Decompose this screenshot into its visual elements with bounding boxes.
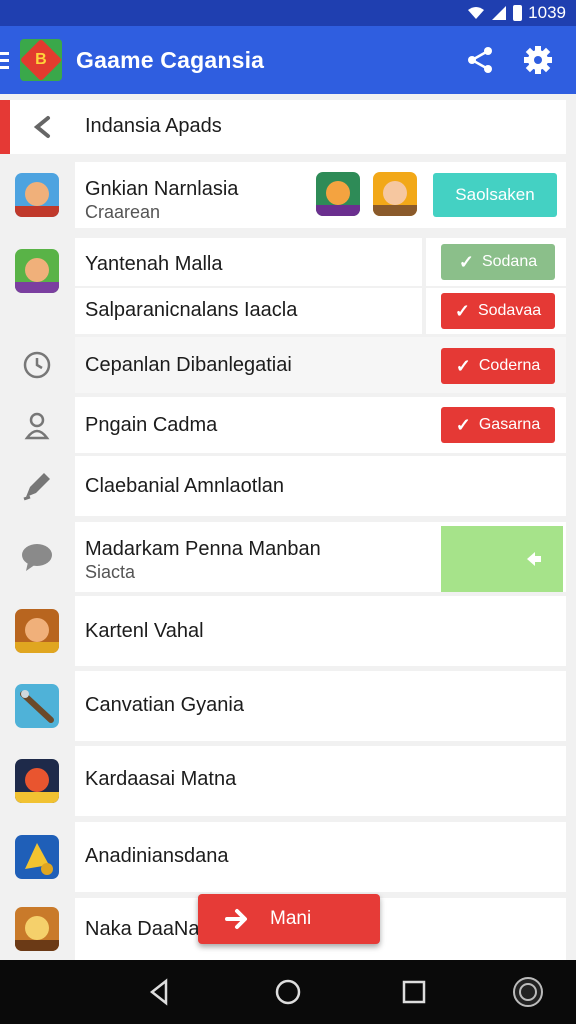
list-item[interactable]: Cepanlan Dibanlegatiai ✓ Coderna bbox=[0, 337, 576, 393]
list-item[interactable]: Yantenah Malla ✓ Sodana bbox=[0, 238, 576, 293]
game-thumbnail-icon bbox=[316, 172, 360, 216]
row-action-button[interactable]: Saolsaken bbox=[433, 173, 557, 217]
game-thumbnail-icon bbox=[373, 172, 417, 216]
game-avatar-icon bbox=[15, 609, 59, 653]
header-row[interactable]: Indansia Apads bbox=[0, 100, 576, 154]
app-logo: B bbox=[19, 38, 63, 82]
item-title: Kardaasai Matna bbox=[85, 768, 237, 790]
list-item[interactable]: Madarkam Penna Manban Siacta bbox=[0, 522, 576, 592]
list-item[interactable]: Pngain Cadma ✓ Gasarna bbox=[0, 397, 576, 453]
list-item[interactable]: Salparanicnalans Iaacla ✓ Sodavaa bbox=[0, 288, 576, 334]
app-bar: B Gaame Cagansia bbox=[0, 26, 576, 94]
item-title: Kartenl Vahal bbox=[85, 620, 204, 642]
game-avatar-icon bbox=[15, 249, 59, 293]
game-logo-icon bbox=[15, 907, 59, 951]
menu-icon[interactable] bbox=[0, 51, 10, 69]
fab-label: Mani bbox=[270, 908, 312, 929]
system-nav-bar bbox=[0, 960, 576, 1024]
item-title: Cepanlan Dibanlegatiai bbox=[85, 354, 292, 376]
game-avatar-icon bbox=[15, 173, 59, 217]
nav-home-icon[interactable] bbox=[272, 976, 304, 1008]
mani-button[interactable]: Mani bbox=[198, 894, 380, 944]
forward-arrow-icon bbox=[225, 909, 247, 929]
row-action-button[interactable]: ✓ Gasarna bbox=[441, 407, 555, 443]
item-subtitle: Siacta bbox=[85, 562, 136, 582]
list-item[interactable]: Canvatian Gyania bbox=[0, 671, 576, 741]
game-pirate-icon bbox=[15, 759, 59, 803]
signal-icon bbox=[492, 6, 507, 20]
list-item[interactable]: Anadiniansdana bbox=[0, 822, 576, 892]
person-icon bbox=[24, 412, 50, 440]
nav-assistant-icon[interactable] bbox=[512, 976, 544, 1008]
wifi-icon bbox=[468, 7, 485, 19]
forward-arrow-icon bbox=[527, 552, 541, 566]
accent-bar bbox=[0, 100, 10, 154]
settings-icon[interactable] bbox=[518, 40, 558, 80]
list-item[interactable]: Claebanial Amnlaotlan bbox=[0, 456, 576, 516]
item-title: Salparanicnalans Iaacla bbox=[85, 299, 298, 321]
nav-back-icon[interactable] bbox=[144, 976, 176, 1008]
row-action-button[interactable]: ✓ Sodana bbox=[441, 244, 555, 280]
clock-icon bbox=[23, 351, 51, 379]
row-action-button[interactable]: ✓ Coderna bbox=[441, 348, 555, 384]
app-title: Gaame Cagansia bbox=[76, 46, 265, 73]
status-bar: 1039 bbox=[0, 0, 576, 26]
item-title: Anadiniansdana bbox=[85, 845, 229, 867]
game-gold-icon bbox=[15, 835, 59, 879]
share-icon[interactable] bbox=[460, 40, 500, 80]
item-title: Madarkam Penna Manban bbox=[85, 538, 321, 560]
status-time: 1039 bbox=[528, 3, 566, 22]
item-title: Naka DaaNa bbox=[85, 918, 200, 940]
item-title: Canvatian Gyania bbox=[85, 694, 244, 716]
swipe-action-panel[interactable] bbox=[441, 526, 563, 592]
item-title: Yantenah Malla bbox=[85, 253, 223, 275]
chat-bubble-icon bbox=[22, 544, 52, 571]
item-title: Pngain Cadma bbox=[85, 414, 218, 436]
list-item[interactable]: Kartenl Vahal bbox=[0, 596, 576, 666]
list-item[interactable]: Kardaasai Matna bbox=[0, 746, 576, 816]
header-title: Indansia Apads bbox=[85, 115, 222, 137]
list-item[interactable]: Gnkian Narnlasia Craarean Saolsaken bbox=[0, 162, 576, 228]
pen-icon bbox=[23, 473, 50, 501]
item-title: Gnkian Narnlasia bbox=[85, 178, 239, 200]
battery-icon bbox=[513, 5, 523, 21]
row-action-button[interactable]: ✓ Sodavaa bbox=[441, 293, 555, 329]
game-tool-icon bbox=[15, 684, 59, 728]
nav-recents-icon[interactable] bbox=[398, 976, 430, 1008]
back-arrow-icon[interactable] bbox=[30, 114, 56, 140]
item-subtitle: Craarean bbox=[85, 202, 161, 222]
item-title: Claebanial Amnlaotlan bbox=[85, 475, 285, 497]
